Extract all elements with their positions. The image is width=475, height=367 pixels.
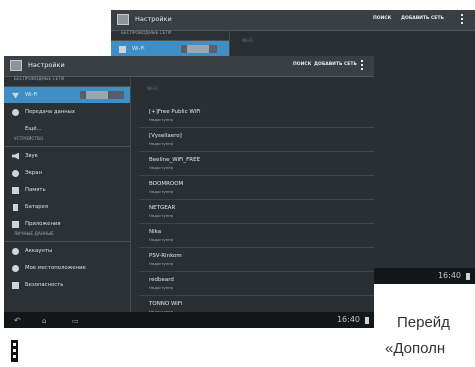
- battery-icon: [466, 273, 470, 280]
- section-device: УСТРОЙСТВО: [4, 137, 130, 147]
- back-section-wireless: БЕСПРОВОДНЫЕ СЕТИ: [111, 31, 229, 41]
- back-sidebar-item-label: Wi-Fi: [132, 46, 145, 52]
- sidebar-item-label: Экран: [25, 170, 42, 176]
- sidebar-item-label: Звук: [25, 153, 38, 159]
- back-search-action[interactable]: ПОИСК: [373, 16, 391, 21]
- network-status: Недоступна: [149, 285, 173, 290]
- sidebar-item-battery[interactable]: Батарея: [4, 199, 130, 215]
- system-navigation-bar: ↶ ⌂ ▭ 16:40: [4, 312, 374, 328]
- network-item[interactable]: PSV-Rinkom Недоступна: [139, 248, 374, 272]
- sidebar-item-label: Безопасность: [25, 282, 64, 288]
- network-name: Beeline_WiFi_FREE: [149, 157, 201, 163]
- network-name: TONNO WiFi: [149, 301, 183, 307]
- network-name: BOOMROOM: [149, 181, 184, 187]
- back-title: Настройки: [135, 15, 172, 23]
- sidebar-item-label: Аккаунты: [25, 248, 53, 254]
- network-status: Недоступна: [149, 213, 173, 218]
- caption-line-1: Перейд: [397, 314, 450, 331]
- section-wireless: БЕСПРОВОДНЫЕ СЕТИ: [4, 77, 130, 87]
- network-name: PSV-Rinkom: [149, 253, 182, 259]
- lock-icon: [12, 281, 19, 289]
- network-item[interactable]: Nika Недоступна: [139, 224, 374, 248]
- sidebar-item-wifi[interactable]: Wi-Fi: [4, 87, 130, 103]
- sidebar-item-storage[interactable]: Память: [4, 182, 130, 198]
- sidebar-item-label: Ещё...: [25, 126, 42, 132]
- sidebar-item-sound[interactable]: Звук: [4, 148, 130, 164]
- back-icon[interactable]: ↶: [14, 316, 21, 325]
- add-network-action[interactable]: ДОБАВИТЬ СЕТЬ: [314, 62, 357, 67]
- network-name: redbeard: [149, 277, 174, 283]
- wifi-icon: [12, 92, 19, 99]
- page-title: Настройки: [28, 61, 65, 69]
- location-icon: [12, 264, 19, 272]
- network-status: Недоступна: [149, 261, 173, 266]
- battery-icon: [13, 203, 18, 211]
- sidebar-item-more[interactable]: Ещё...: [4, 121, 130, 137]
- title-bar: Настройки ПОИСК ДОБАВИТЬ СЕТЬ: [4, 56, 374, 77]
- settings-app-icon: [117, 14, 129, 25]
- sidebar-item-label: Мое местоположение: [25, 265, 86, 271]
- sidebar-item-accounts[interactable]: Аккаунты: [4, 243, 130, 259]
- display-icon: [12, 169, 19, 177]
- front-tablet-screen: Настройки ПОИСК ДОБАВИТЬ СЕТЬ БЕСПРОВОДН…: [4, 56, 374, 328]
- back-sidebar-item-wifi[interactable]: Wi-Fi: [111, 41, 229, 57]
- recent-apps-icon[interactable]: ▭: [72, 317, 79, 325]
- network-name: [+]Free Public WiFi: [149, 109, 201, 115]
- sidebar-item-label: Передача данных: [25, 109, 75, 115]
- content-header: Wi-Fi: [147, 87, 158, 92]
- network-status: Недоступна: [149, 189, 173, 194]
- back-add-network-action[interactable]: ДОБАВИТЬ СЕТЬ: [401, 16, 444, 21]
- sidebar-item-apps[interactable]: Приложения: [4, 216, 130, 232]
- sidebar-item-security[interactable]: Безопасность: [4, 277, 130, 293]
- home-icon[interactable]: ⌂: [42, 317, 46, 325]
- network-item[interactable]: [Vysellaero] Недоступна: [139, 128, 374, 152]
- wifi-icon: [119, 45, 126, 53]
- back-clock: 16:40: [437, 271, 461, 280]
- storage-icon: [12, 186, 19, 194]
- settings-sidebar: БЕСПРОВОДНЫЕ СЕТИ Wi-Fi Передача данных …: [4, 77, 131, 312]
- back-content-header: Wi-Fi: [242, 39, 253, 44]
- network-name: Nika: [149, 229, 162, 235]
- clock: 16:40: [336, 315, 360, 324]
- back-title-bar: Настройки ПОИСК ДОБАВИТЬ СЕТЬ: [111, 10, 475, 31]
- data-usage-icon: [12, 108, 19, 116]
- overflow-menu-icon[interactable]: [361, 60, 363, 71]
- sync-icon: [12, 247, 19, 255]
- network-status: Недоступна: [149, 237, 173, 242]
- network-status: Недоступна: [149, 141, 173, 146]
- network-status: Недоступна: [149, 165, 173, 170]
- back-wifi-toggle[interactable]: [181, 45, 217, 53]
- sidebar-item-label: Память: [25, 187, 46, 193]
- wifi-network-list: Wi-Fi [+]Free Public WiFi Недоступна [Vy…: [131, 77, 374, 320]
- network-status: Недоступна: [149, 117, 173, 122]
- sidebar-item-display[interactable]: Экран: [4, 165, 130, 181]
- overflow-menu-icon-large: [11, 340, 18, 362]
- sound-icon: [12, 152, 19, 160]
- network-item[interactable]: redbeard Недоступна: [139, 272, 374, 296]
- sidebar-item-label: Батарея: [25, 204, 49, 210]
- back-overflow-menu-icon[interactable]: [461, 14, 463, 25]
- caption-line-2: «Дополн: [385, 340, 446, 357]
- network-item[interactable]: [+]Free Public WiFi Недоступна: [139, 104, 374, 128]
- network-name: NETGEAR: [149, 205, 176, 211]
- wifi-toggle[interactable]: [80, 91, 124, 99]
- search-action[interactable]: ПОИСК: [293, 62, 311, 67]
- section-personal: ЛИЧНЫЕ ДАННЫЕ: [4, 232, 130, 242]
- apps-icon: [12, 220, 19, 228]
- network-item[interactable]: NETGEAR Недоступна: [139, 200, 374, 224]
- battery-icon: [365, 317, 369, 324]
- sidebar-item-label: Приложения: [25, 221, 61, 227]
- sidebar-item-label: Wi-Fi: [25, 92, 38, 98]
- settings-app-icon: [10, 60, 22, 71]
- sidebar-item-data-usage[interactable]: Передача данных: [4, 104, 130, 120]
- network-name: [Vysellaero]: [149, 133, 182, 139]
- sidebar-item-location[interactable]: Мое местоположение: [4, 260, 130, 276]
- network-item[interactable]: Beeline_WiFi_FREE Недоступна: [139, 152, 374, 176]
- network-item[interactable]: BOOMROOM Недоступна: [139, 176, 374, 200]
